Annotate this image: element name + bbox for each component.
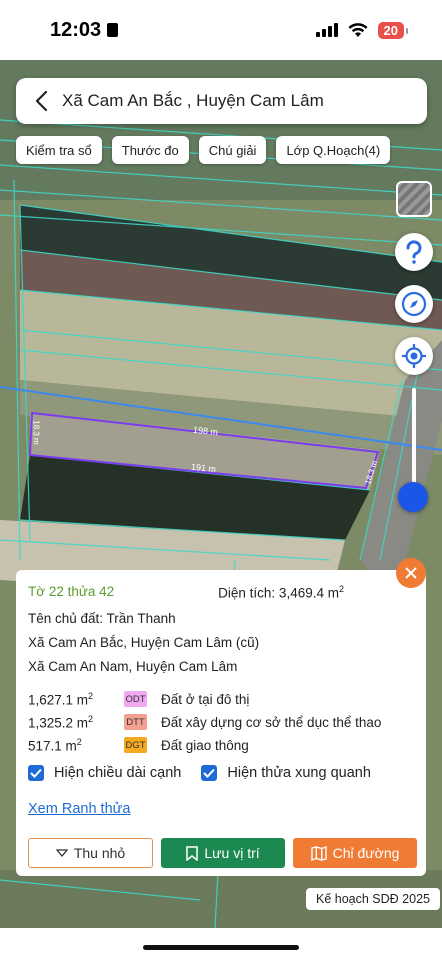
check-certificate-chip[interactable]: Kiểm tra sổ [16, 136, 102, 164]
home-indicator[interactable] [143, 945, 299, 950]
location-search-bar[interactable]: Xã Cam An Bắc , Huyện Cam Lâm [16, 78, 427, 124]
chevron-left-icon[interactable] [28, 88, 54, 114]
checkmark-icon [201, 764, 218, 781]
cellular-signal-icon [315, 23, 338, 37]
battery-indicator: 20 [377, 21, 409, 39]
land-use-row: 517.1 m2 DGT Đất giao thông [28, 734, 414, 757]
planning-layer-chip[interactable]: Lớp Q.Hoạch(4) [276, 136, 391, 164]
land-use-code-badge: DTT [124, 714, 147, 730]
land-use-row: 1,325.2 m2 DTT Đất xây dựng cơ sở thể dụ… [28, 711, 414, 734]
land-use-area: 517.1 m2 [28, 736, 82, 754]
legend-chip[interactable]: Chú giải [198, 136, 267, 164]
land-use-list: 1,627.1 m2 ODT Đất ở tại đô thị 1,325.2 … [28, 688, 414, 757]
bookmark-icon [186, 845, 199, 861]
land-use-area: 1,325.2 m2 [28, 713, 94, 731]
land-use-desc: Đất ở tại đô thị [161, 691, 250, 707]
status-time: 12:03 [50, 18, 119, 42]
address-old: Xã Cam An Bắc, Huyện Cam Lâm (cũ) [28, 634, 260, 650]
owner-name: Tên chủ đất: Trần Thanh [28, 610, 176, 626]
save-location-label: Lưu vị trí [204, 845, 260, 861]
location-title: Xã Cam An Bắc , Huyện Cam Lâm [62, 91, 324, 110]
land-use-area: 1,627.1 m2 [28, 690, 94, 708]
compass-button[interactable] [395, 285, 433, 323]
parcel-id: Tờ 22 thửa 42 [28, 584, 115, 599]
show-neighbors-checkbox[interactable]: Hiện thửa xung quanh [201, 764, 371, 781]
status-bar: 12:03 20 [0, 0, 442, 60]
show-edge-length-checkbox[interactable]: Hiện chiều dài cạnh [28, 764, 182, 781]
contact-card-icon [107, 23, 119, 37]
parcel-info-panel: Tờ 22 thửa 42 Diện tích: 3,469.4 m2 Tên … [16, 570, 426, 876]
address-new: Xã Cam An Nam, Huyện Cam Lâm [28, 658, 238, 674]
chevron-down-icon [55, 849, 68, 857]
shrink-button[interactable]: Thu nhỏ [28, 838, 153, 868]
directions-label: Chỉ đường [332, 845, 400, 861]
close-panel-button[interactable] [396, 558, 426, 588]
land-use-desc: Đất xây dựng cơ sở thể dục thể thao [161, 714, 382, 730]
map-layer-toggle-button[interactable] [396, 181, 432, 217]
checkmark-icon [28, 764, 44, 781]
opacity-slider-thumb[interactable] [398, 482, 428, 512]
land-use-row: 1,627.1 m2 ODT Đất ở tại đô thị [28, 688, 414, 711]
land-use-code-badge: DGT [124, 737, 147, 753]
compass-icon [401, 291, 427, 317]
show-edge-length-label: Hiện chiều dài cạnh [54, 764, 182, 781]
clock-text: 12:03 [50, 18, 102, 41]
show-neighbors-label: Hiện thửa xung quanh [227, 764, 371, 781]
view-boundary-link[interactable]: Xem Ranh thửa [28, 801, 414, 817]
tool-chip-bar: Kiểm tra sổ Thước đo Chú giải Lớp Q.Hoạc… [16, 136, 391, 164]
shrink-label: Thu nhỏ [73, 845, 126, 861]
plan-year-badge[interactable]: Kế hoạch SDĐ 2025 [306, 888, 440, 910]
question-icon [406, 240, 422, 264]
edge-length-left: 18.3 m [31, 420, 41, 445]
measure-chip[interactable]: Thước đo [111, 136, 189, 164]
map-icon [310, 845, 327, 861]
help-button[interactable] [395, 233, 433, 271]
land-use-desc: Đất giao thông [161, 737, 249, 753]
save-location-button[interactable]: Lưu vị trí [161, 838, 285, 868]
home-indicator-area [0, 928, 442, 960]
locate-icon [402, 344, 426, 368]
parcel-area: Diện tích: 3,469.4 m2 [218, 584, 344, 601]
my-location-button[interactable] [395, 337, 433, 375]
wifi-icon [348, 22, 368, 37]
close-icon [405, 567, 417, 579]
land-use-code-badge: ODT [124, 691, 147, 707]
directions-button[interactable]: Chỉ đường [293, 838, 417, 868]
